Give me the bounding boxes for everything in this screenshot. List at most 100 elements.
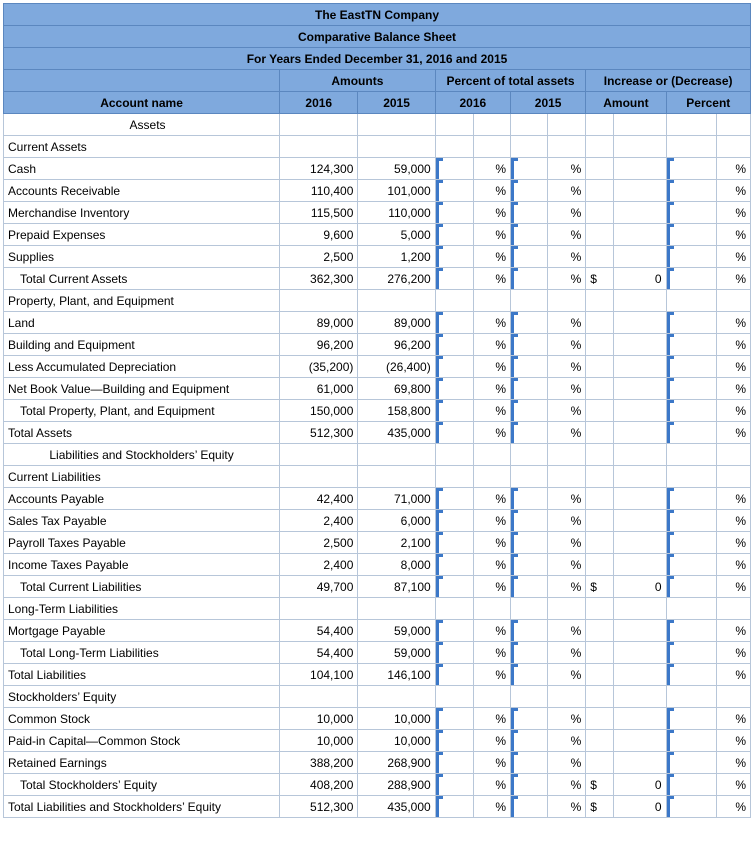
percent-2016-input[interactable] bbox=[434, 663, 474, 686]
percent-2015-input[interactable] bbox=[509, 795, 549, 818]
percent-2015-input[interactable] bbox=[509, 179, 549, 202]
percent-2016-input[interactable] bbox=[434, 223, 474, 246]
percent-2016-input[interactable] bbox=[434, 377, 474, 400]
increase-amount-input[interactable]: 0 bbox=[613, 795, 667, 818]
increase-amount-input[interactable] bbox=[613, 509, 667, 532]
increase-amount-input[interactable] bbox=[613, 399, 667, 422]
increase-percent-input[interactable] bbox=[665, 641, 717, 664]
percent-2015-input[interactable] bbox=[509, 641, 549, 664]
percent-2015-input[interactable] bbox=[509, 619, 549, 642]
percent-2015-input[interactable] bbox=[509, 223, 549, 246]
percent-2016-input[interactable] bbox=[434, 553, 474, 576]
percent-2015-input[interactable] bbox=[509, 729, 549, 752]
percent-2016-input[interactable] bbox=[434, 619, 474, 642]
increase-percent-input[interactable] bbox=[665, 663, 717, 686]
percent-2015-input[interactable] bbox=[509, 487, 549, 510]
increase-percent-input[interactable] bbox=[665, 773, 717, 796]
percent-2015-input[interactable] bbox=[509, 421, 549, 444]
increase-percent-input[interactable] bbox=[665, 311, 717, 334]
percent-2015-input[interactable] bbox=[509, 245, 549, 268]
percent-2016-input[interactable] bbox=[434, 201, 474, 224]
percent-2016-input[interactable] bbox=[434, 509, 474, 532]
increase-percent-input[interactable] bbox=[665, 333, 717, 356]
percent-2016-input[interactable] bbox=[434, 641, 474, 664]
percent-2015-input[interactable] bbox=[509, 509, 549, 532]
percent-2015-input[interactable] bbox=[509, 267, 549, 290]
increase-percent-input[interactable] bbox=[665, 729, 717, 752]
percent-2016-input[interactable] bbox=[434, 751, 474, 774]
percent-2016-input[interactable] bbox=[434, 421, 474, 444]
percent-2015-input[interactable] bbox=[509, 575, 549, 598]
increase-percent-input[interactable] bbox=[665, 355, 717, 378]
percent-2016-input[interactable] bbox=[434, 267, 474, 290]
increase-amount-input[interactable] bbox=[613, 663, 667, 686]
increase-amount-input[interactable] bbox=[613, 201, 667, 224]
percent-2016-input[interactable] bbox=[434, 729, 474, 752]
percent-2016-input[interactable] bbox=[434, 795, 474, 818]
increase-amount-input[interactable]: 0 bbox=[613, 267, 667, 290]
percent-2016-input[interactable] bbox=[434, 333, 474, 356]
increase-percent-input[interactable] bbox=[665, 421, 717, 444]
increase-amount-input[interactable] bbox=[613, 377, 667, 400]
percent-2016-input[interactable] bbox=[434, 157, 474, 180]
increase-amount-input[interactable] bbox=[613, 333, 667, 356]
percent-2016-input[interactable] bbox=[434, 575, 474, 598]
increase-amount-input[interactable]: 0 bbox=[613, 773, 667, 796]
increase-amount-input[interactable] bbox=[613, 311, 667, 334]
percent-2016-input[interactable] bbox=[434, 531, 474, 554]
increase-amount-input[interactable] bbox=[613, 157, 667, 180]
percent-2016-input[interactable] bbox=[434, 487, 474, 510]
percent-2016-input[interactable] bbox=[434, 399, 474, 422]
increase-percent-input[interactable] bbox=[665, 157, 717, 180]
increase-percent-input[interactable] bbox=[665, 707, 717, 730]
percent-2016-input[interactable] bbox=[434, 311, 474, 334]
increase-percent-input[interactable] bbox=[665, 751, 717, 774]
increase-amount-input[interactable] bbox=[613, 179, 667, 202]
increase-percent-input[interactable] bbox=[665, 245, 717, 268]
increase-amount-input[interactable] bbox=[613, 619, 667, 642]
percent-2016-input[interactable] bbox=[434, 773, 474, 796]
increase-percent-input[interactable] bbox=[665, 377, 717, 400]
increase-percent-input[interactable] bbox=[665, 201, 717, 224]
increase-amount-input[interactable] bbox=[613, 245, 667, 268]
increase-percent-input[interactable] bbox=[665, 179, 717, 202]
percent-2015-input[interactable] bbox=[509, 751, 549, 774]
increase-percent-input[interactable] bbox=[665, 795, 717, 818]
percent-2015-input[interactable] bbox=[509, 663, 549, 686]
percent-2015-input[interactable] bbox=[509, 377, 549, 400]
percent-2015-input[interactable] bbox=[509, 311, 549, 334]
increase-percent-input[interactable] bbox=[665, 487, 717, 510]
percent-2015-input[interactable] bbox=[509, 333, 549, 356]
increase-amount-input[interactable] bbox=[613, 729, 667, 752]
percent-2016-input[interactable] bbox=[434, 245, 474, 268]
percent-2015-input[interactable] bbox=[509, 531, 549, 554]
percent-2016-input[interactable] bbox=[434, 355, 474, 378]
increase-amount-input[interactable]: 0 bbox=[613, 575, 667, 598]
increase-percent-input[interactable] bbox=[665, 399, 717, 422]
percent-2016-input[interactable] bbox=[434, 707, 474, 730]
increase-percent-input[interactable] bbox=[665, 531, 717, 554]
increase-percent-input[interactable] bbox=[665, 619, 717, 642]
increase-percent-input[interactable] bbox=[665, 553, 717, 576]
increase-amount-input[interactable] bbox=[613, 355, 667, 378]
increase-amount-input[interactable] bbox=[613, 531, 667, 554]
increase-amount-input[interactable] bbox=[613, 641, 667, 664]
increase-amount-input[interactable] bbox=[613, 223, 667, 246]
increase-percent-input[interactable] bbox=[665, 575, 717, 598]
percent-2015-input[interactable] bbox=[509, 201, 549, 224]
increase-amount-input[interactable] bbox=[613, 487, 667, 510]
increase-amount-input[interactable] bbox=[613, 707, 667, 730]
percent-2015-input[interactable] bbox=[509, 399, 549, 422]
percent-2015-input[interactable] bbox=[509, 553, 549, 576]
increase-percent-input[interactable] bbox=[665, 223, 717, 246]
increase-percent-input[interactable] bbox=[665, 267, 717, 290]
percent-2015-input[interactable] bbox=[509, 707, 549, 730]
percent-2015-input[interactable] bbox=[509, 773, 549, 796]
increase-amount-input[interactable] bbox=[613, 751, 667, 774]
percent-2015-input[interactable] bbox=[509, 355, 549, 378]
increase-percent-input[interactable] bbox=[665, 509, 717, 532]
percent-2016-input[interactable] bbox=[434, 179, 474, 202]
increase-amount-input[interactable] bbox=[613, 421, 667, 444]
percent-2015-input[interactable] bbox=[509, 157, 549, 180]
increase-amount-input[interactable] bbox=[613, 553, 667, 576]
